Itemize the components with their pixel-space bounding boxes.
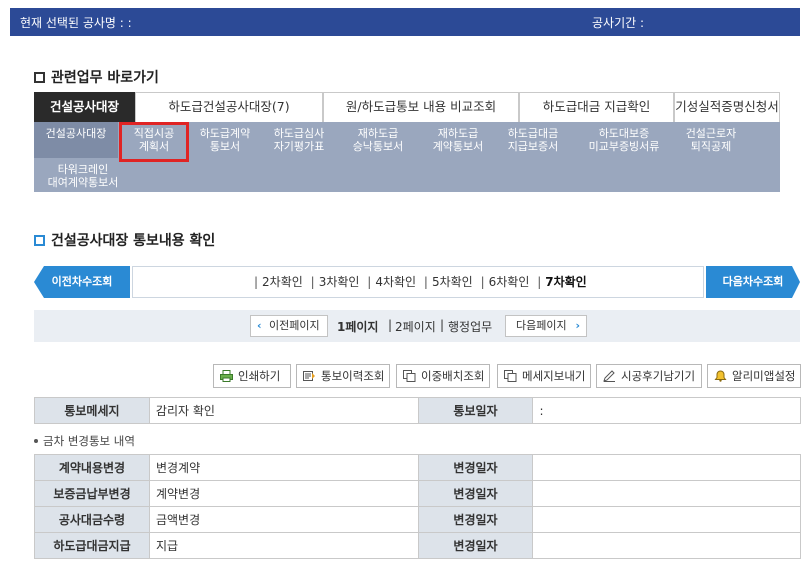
notice-table: 통보메세지 감리자 확인 통보일자 :: [34, 397, 801, 424]
history-icon: [303, 371, 315, 381]
change-label: 하도급대금지급: [34, 532, 150, 559]
subnav-tower-crane-rental[interactable]: 타워크레인 대여계약통보서: [40, 163, 126, 189]
tab-construction-ledger[interactable]: 건설공사대장: [34, 92, 135, 122]
subnav-payment-guarantee[interactable]: 하도급대금 지급보증서: [493, 127, 573, 153]
subnav-self-evaluation[interactable]: 하도급심사 자기평가표: [264, 127, 334, 153]
prev-chasu-button[interactable]: 이전차수조회: [34, 266, 130, 298]
related-tabs: 건설공사대장 하도급건설공사대장(7) 원/하도급통보 내용 비교조회 하도급대…: [34, 92, 780, 122]
change-date-value: [532, 532, 801, 559]
change-date-label: 변경일자: [417, 506, 534, 533]
subnav-direct-construction-plan[interactable]: 직접시공 계획서: [119, 122, 189, 162]
bullet-dot-icon: [34, 439, 38, 443]
action-toolbar: 인쇄하기 통보이력조회 이중배치조회 메세지보내기 시공후기남기기 알리미앱설정: [0, 364, 812, 388]
next-page-button[interactable]: 다음페이지 ›: [505, 315, 587, 337]
tab-performance-certificate[interactable]: 기성실적증명신청서: [674, 92, 780, 122]
subnav-guarantee-evidence[interactable]: 하도대보증 미교부증빙서류: [574, 127, 674, 153]
subnav-subcontract-notice[interactable]: 하도급계약 통보서: [190, 127, 260, 153]
chasu-item-current[interactable]: 7차확인: [545, 275, 586, 289]
change-value: 변경계약: [148, 454, 419, 481]
section-title-notice-check: 건설공사대장 통보내용 확인: [34, 230, 215, 250]
change-date-label: 변경일자: [417, 532, 534, 559]
sub-navigation: 건설공사대장 직접시공 계획서 하도급계약 통보서 하도급심사 자기평가표 재하도급 승…: [34, 122, 780, 192]
pencil-icon: [603, 370, 615, 382]
change-value: 계약변경: [148, 480, 419, 507]
current-project-label: 현재 선택된 공사명 : :: [20, 16, 132, 30]
next-chasu-button[interactable]: 다음차수조회: [706, 266, 800, 298]
chasu-navigation: 이전차수조회 | 2차확인 | 3차확인 | 4차확인 | 5차확인 | 6차확인 | 7차…: [34, 266, 800, 298]
change-value: 지급: [148, 532, 419, 559]
notifier-app-settings-button[interactable]: 알리미앱설정: [707, 364, 801, 388]
chasu-item-2[interactable]: 2차확인: [262, 275, 303, 289]
change-date-label: 변경일자: [417, 480, 534, 507]
change-date-value: [532, 454, 801, 481]
table-row: 보증금납부변경 계약변경 변경일자: [34, 480, 801, 507]
page-1-link[interactable]: 1페이지: [337, 318, 378, 335]
message-icon: [504, 370, 517, 382]
change-section-bullet: 금차 변경통보 내역: [34, 433, 135, 449]
chasu-item-5[interactable]: 5차확인: [432, 275, 473, 289]
notice-history-button[interactable]: 통보이력조회: [296, 364, 390, 388]
bell-icon: [714, 370, 727, 382]
change-value: 금액변경: [148, 506, 419, 533]
notice-message-value: 감리자 확인: [148, 397, 419, 424]
subnav-construction-ledger[interactable]: 건설공사대장: [34, 122, 118, 158]
page-navigation: ‹ 이전페이지 1페이지 | 2페이지 | 행정업무 다음페이지 ›: [34, 310, 800, 342]
top-info-bar: 현재 선택된 공사명 : : 공사기간 :: [10, 8, 800, 36]
change-date-value: [532, 480, 801, 507]
print-button[interactable]: 인쇄하기: [213, 364, 291, 388]
table-row: 공사대금수령 금액변경 변경일자: [34, 506, 801, 533]
chasu-list: | 2차확인 | 3차확인 | 4차확인 | 5차확인 | 6차확인 | 7차확인: [132, 266, 704, 298]
square-bullet-icon: [34, 72, 45, 83]
table-row: 계약내용변경 변경계약 변경일자: [34, 454, 801, 481]
change-label: 계약내용변경: [34, 454, 150, 481]
change-table: 계약내용변경 변경계약 변경일자 보증금납부변경 계약변경 변경일자 공사대금수…: [34, 454, 801, 559]
tab-payment-confirm[interactable]: 하도급대금 지급확인: [519, 92, 674, 122]
table-row: 통보메세지 감리자 확인 통보일자 :: [34, 397, 801, 424]
section-title-related: 관련업무 바로가기: [34, 67, 159, 87]
printer-icon: [220, 370, 233, 382]
subnav-retirement-mutual-aid[interactable]: 건설근로자 퇴직공제: [670, 127, 752, 153]
chevron-right-icon: ›: [575, 319, 580, 332]
tab-subcontract-ledger[interactable]: 하도급건설공사대장(7): [135, 92, 323, 122]
chevron-left-icon: ‹: [257, 319, 262, 332]
duplicate-assignment-button[interactable]: 이중배치조회: [396, 364, 490, 388]
subnav-resubcontract-approval[interactable]: 재하도급 승낙통보서: [339, 127, 417, 153]
prev-page-button[interactable]: ‹ 이전페이지: [250, 315, 328, 337]
page-2-link[interactable]: 2페이지: [395, 318, 436, 335]
notice-date-value: :: [532, 397, 801, 424]
leave-review-button[interactable]: 시공후기남기기: [596, 364, 702, 388]
change-label: 공사대금수령: [34, 506, 150, 533]
duplicate-icon: [403, 370, 416, 382]
notice-message-label: 통보메세지: [34, 397, 150, 424]
tab-compare-notice[interactable]: 원/하도급통보 내용 비교조회: [323, 92, 519, 122]
chasu-item-6[interactable]: 6차확인: [489, 275, 530, 289]
chasu-item-4[interactable]: 4차확인: [375, 275, 416, 289]
change-label: 보증금납부변경: [34, 480, 150, 507]
project-period-label: 공사기간 :: [592, 16, 645, 30]
table-row: 하도급대금지급 지급 변경일자: [34, 532, 801, 559]
notice-date-label: 통보일자: [417, 397, 534, 424]
square-bullet-icon: [34, 235, 45, 246]
admin-work-link[interactable]: 행정업무: [448, 318, 492, 335]
chasu-item-3[interactable]: 3차확인: [319, 275, 360, 289]
subnav-resubcontract-notice[interactable]: 재하도급 계약통보서: [418, 127, 498, 153]
send-message-button[interactable]: 메세지보내기: [497, 364, 591, 388]
change-date-label: 변경일자: [417, 454, 534, 481]
change-date-value: [532, 506, 801, 533]
